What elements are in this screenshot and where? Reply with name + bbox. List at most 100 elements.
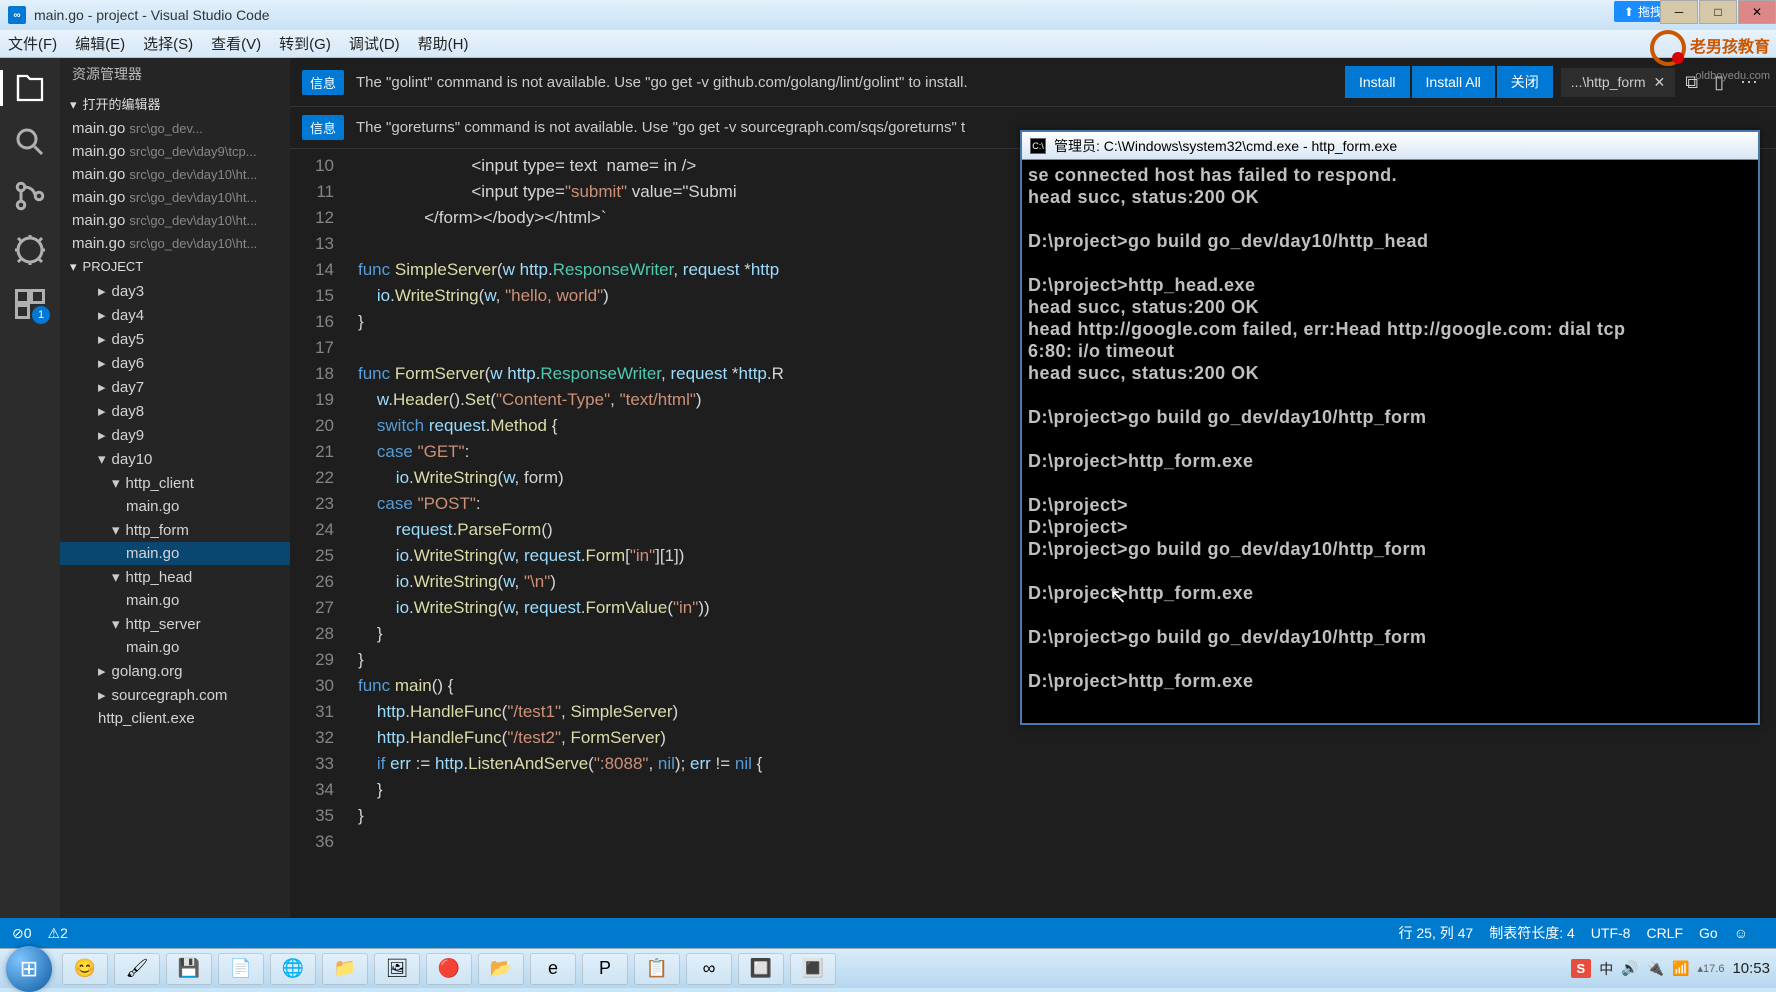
search-icon[interactable] (12, 124, 48, 160)
tree-folder[interactable]: day8 (60, 399, 290, 423)
tray-clock[interactable]: 10:53 (1732, 960, 1770, 977)
menu-file[interactable]: 文件(F) (8, 33, 57, 54)
menu-selection[interactable]: 选择(S) (143, 33, 193, 54)
tree-folder[interactable]: http_head (60, 565, 290, 589)
tree-folder[interactable]: golang.org (60, 659, 290, 683)
open-editor-item[interactable]: main.gosrc\go_dev\day10\ht... (60, 163, 290, 186)
status-errors[interactable]: ⊘ 0 (12, 925, 32, 942)
tree-folder[interactable]: http_client (60, 471, 290, 495)
status-feedback[interactable]: ☺ (1734, 925, 1748, 941)
tree-file[interactable]: main.go (60, 589, 290, 612)
tree-folder[interactable]: day7 (60, 375, 290, 399)
tree-file[interactable]: http_client.exe (60, 707, 290, 730)
cmd-title-bar[interactable]: C:\ 管理员: C:\Windows\system32\cmd.exe - h… (1022, 132, 1758, 160)
menu-go[interactable]: 转到(G) (279, 33, 331, 54)
install-button[interactable]: Install (1345, 66, 1410, 98)
taskbar-app[interactable]: 📁 (322, 953, 368, 985)
taskbar-app[interactable]: ∞ (686, 953, 732, 985)
menu-debug[interactable]: 调试(D) (349, 33, 400, 54)
project-tree: day3day4day5day6day7day8day9day10http_cl… (60, 279, 290, 730)
open-editors-header[interactable]: 打开的编辑器 (60, 90, 290, 117)
status-language[interactable]: Go (1699, 925, 1718, 941)
status-position[interactable]: 行 25, 列 47 (1399, 923, 1474, 943)
open-editor-item[interactable]: main.gosrc\go_dev\day9\tcp... (60, 140, 290, 163)
tree-folder[interactable]: day3 (60, 279, 290, 303)
menu-edit[interactable]: 编辑(E) (75, 33, 125, 54)
tree-folder[interactable]: day10 (60, 447, 290, 471)
install-all-button[interactable]: Install All (1412, 66, 1495, 98)
tree-folder[interactable]: http_server (60, 612, 290, 636)
menu-view[interactable]: 查看(V) (211, 33, 261, 54)
sidebar: 资源管理器 打开的编辑器 main.gosrc\go_dev...main.go… (60, 58, 290, 918)
tree-file[interactable]: main.go (60, 542, 290, 565)
status-warnings[interactable]: ⚠ 2 (48, 925, 68, 942)
extensions-icon[interactable]: 1 (12, 286, 48, 322)
title-bar: ∞ main.go - project - Visual Studio Code (0, 0, 1776, 30)
cmd-icon: C:\ (1030, 138, 1046, 154)
taskbar-app[interactable]: e (530, 953, 576, 985)
close-button[interactable]: ✕ (1738, 0, 1776, 24)
taskbar-app[interactable]: 🖼 (374, 953, 420, 985)
tray-temp: ▴17.6 (1698, 962, 1725, 975)
sidebar-title: 资源管理器 (60, 58, 290, 90)
scm-icon[interactable] (12, 178, 48, 214)
tree-folder[interactable]: day6 (60, 351, 290, 375)
menu-help[interactable]: 帮助(H) (418, 33, 469, 54)
status-indent[interactable]: 制表符长度: 4 (1489, 923, 1575, 943)
window-title: main.go - project - Visual Studio Code (34, 7, 270, 23)
status-encoding[interactable]: UTF-8 (1591, 925, 1631, 941)
taskbar-app[interactable]: 😊 (62, 953, 108, 985)
status-bar: ⊘ 0 ⚠ 2 行 25, 列 47 制表符长度: 4 UTF-8 CRLF G… (0, 918, 1776, 948)
taskbar-app[interactable]: 💾 (166, 953, 212, 985)
ime-indicator[interactable]: S (1571, 959, 1592, 978)
tree-folder[interactable]: day9 (60, 423, 290, 447)
line-gutter: 1011121314151617181920212223242526272829… (290, 149, 348, 918)
cmd-title-text: 管理员: C:\Windows\system32\cmd.exe - http_… (1054, 136, 1397, 156)
tray-item[interactable]: 🔌 (1647, 960, 1664, 977)
taskbar-app[interactable]: P (582, 953, 628, 985)
notification-row: 信息 The "golint" command is not available… (290, 58, 1776, 107)
system-tray: S 中 🔊 🔌 📶 ▴17.6 10:53 (1571, 959, 1770, 979)
open-editor-item[interactable]: main.gosrc\go_dev\day10\ht... (60, 232, 290, 255)
taskbar-app[interactable]: 🖌 (114, 953, 160, 985)
maximize-button[interactable]: □ (1699, 0, 1737, 24)
notification-actions: Install Install All 关闭 (1345, 66, 1553, 98)
start-button[interactable]: ⊞ (6, 946, 52, 992)
mouse-cursor: ↖ (1110, 584, 1127, 609)
close-notif-button[interactable]: 关闭 (1497, 66, 1553, 98)
tray-item[interactable]: 📶 (1672, 960, 1689, 977)
taskbar-app[interactable]: 📂 (478, 953, 524, 985)
taskbar-app[interactable]: 📄 (218, 953, 264, 985)
menu-bar: 文件(F) 编辑(E) 选择(S) 查看(V) 转到(G) 调试(D) 帮助(H… (0, 30, 1776, 58)
cmd-window[interactable]: C:\ 管理员: C:\Windows\system32\cmd.exe - h… (1020, 130, 1760, 725)
tree-folder[interactable]: sourcegraph.com (60, 683, 290, 707)
info-badge: 信息 (302, 115, 344, 140)
project-header[interactable]: PROJECT (60, 255, 290, 279)
tray-item[interactable]: 🔊 (1621, 960, 1638, 977)
notification-message: The "golint" command is not available. U… (356, 74, 1345, 91)
taskbar-app[interactable]: 🔲 (738, 953, 784, 985)
cmd-output: se connected host has failed to respond.… (1022, 160, 1758, 696)
tree-file[interactable]: main.go (60, 636, 290, 659)
tray-item[interactable]: 中 (1599, 959, 1613, 979)
taskbar-app[interactable]: 📋 (634, 953, 680, 985)
activity-bar: 1 (0, 58, 60, 918)
tree-file[interactable]: main.go (60, 495, 290, 518)
explorer-icon[interactable] (12, 70, 48, 106)
open-editor-item[interactable]: main.gosrc\go_dev\day10\ht... (60, 209, 290, 232)
open-editor-item[interactable]: main.gosrc\go_dev... (60, 117, 290, 140)
status-eol[interactable]: CRLF (1646, 925, 1683, 941)
tree-folder[interactable]: day5 (60, 327, 290, 351)
minimize-button[interactable]: ─ (1660, 0, 1698, 24)
info-badge: 信息 (302, 70, 344, 95)
taskbar-app[interactable]: 🔳 (790, 953, 836, 985)
taskbar-app[interactable]: 🔴 (426, 953, 472, 985)
window-controls: ─ □ ✕ (1659, 0, 1776, 24)
tree-folder[interactable]: day4 (60, 303, 290, 327)
open-editor-item[interactable]: main.gosrc\go_dev\day10\ht... (60, 186, 290, 209)
extensions-badge: 1 (32, 306, 50, 324)
tree-folder[interactable]: http_form (60, 518, 290, 542)
taskbar-app[interactable]: 🌐 (270, 953, 316, 985)
debug-icon[interactable] (12, 232, 48, 268)
open-editors-list: main.gosrc\go_dev...main.gosrc\go_dev\da… (60, 117, 290, 255)
